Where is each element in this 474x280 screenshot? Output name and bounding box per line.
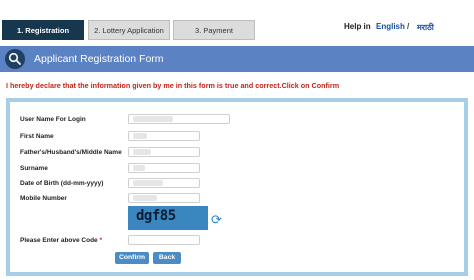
username-label: User Name For Login bbox=[20, 116, 86, 123]
lang-english-link[interactable]: English bbox=[376, 22, 405, 31]
declaration-text: I hereby declare that the information gi… bbox=[6, 81, 340, 90]
middle-name-label: Father's/Husband's/Middle Name bbox=[20, 149, 122, 156]
username-input[interactable] bbox=[128, 114, 230, 124]
mobile-label: Mobile Number bbox=[20, 195, 67, 202]
captcha-input-label: Please Enter above Code * bbox=[20, 237, 102, 244]
step-payment[interactable]: 3. Payment bbox=[173, 20, 255, 40]
form-title: Applicant Registration Form bbox=[34, 53, 164, 65]
registration-form-panel: User Name For Login First Name Father's/… bbox=[6, 98, 468, 276]
dob-label: Date of Birth (dd-mm-yyyy) bbox=[20, 180, 104, 187]
surname-input[interactable] bbox=[128, 163, 200, 173]
form-title-bar: Applicant Registration Form bbox=[0, 46, 474, 72]
step-tabs: 1. Registration 2. Lottery Application 3… bbox=[0, 0, 474, 40]
first-name-label: First Name bbox=[20, 133, 54, 140]
confirm-button[interactable]: Confirm bbox=[115, 252, 149, 264]
middle-name-input[interactable] bbox=[128, 147, 200, 157]
search-icon bbox=[5, 49, 25, 69]
required-marker: * bbox=[99, 237, 103, 244]
refresh-captcha-icon[interactable]: ⟳ bbox=[211, 212, 222, 228]
help-label: Help in bbox=[344, 22, 371, 31]
captcha-code: dgf85 bbox=[136, 208, 176, 224]
back-button[interactable]: Back bbox=[153, 252, 181, 264]
surname-label: Surname bbox=[20, 165, 48, 172]
captcha-input[interactable] bbox=[128, 235, 200, 245]
lang-separator: / bbox=[407, 22, 410, 31]
lang-marathi-link[interactable]: मराठी bbox=[417, 22, 434, 33]
dob-input[interactable] bbox=[128, 178, 200, 188]
step-lottery-application[interactable]: 2. Lottery Application bbox=[88, 20, 170, 40]
registration-form: User Name For Login First Name Father's/… bbox=[10, 102, 464, 272]
first-name-input[interactable] bbox=[128, 131, 200, 141]
captcha-image: dgf85 bbox=[128, 206, 208, 230]
captcha-label-text: Please Enter above Code bbox=[20, 237, 98, 244]
mobile-input[interactable] bbox=[128, 193, 200, 203]
step-registration[interactable]: 1. Registration bbox=[2, 20, 84, 40]
